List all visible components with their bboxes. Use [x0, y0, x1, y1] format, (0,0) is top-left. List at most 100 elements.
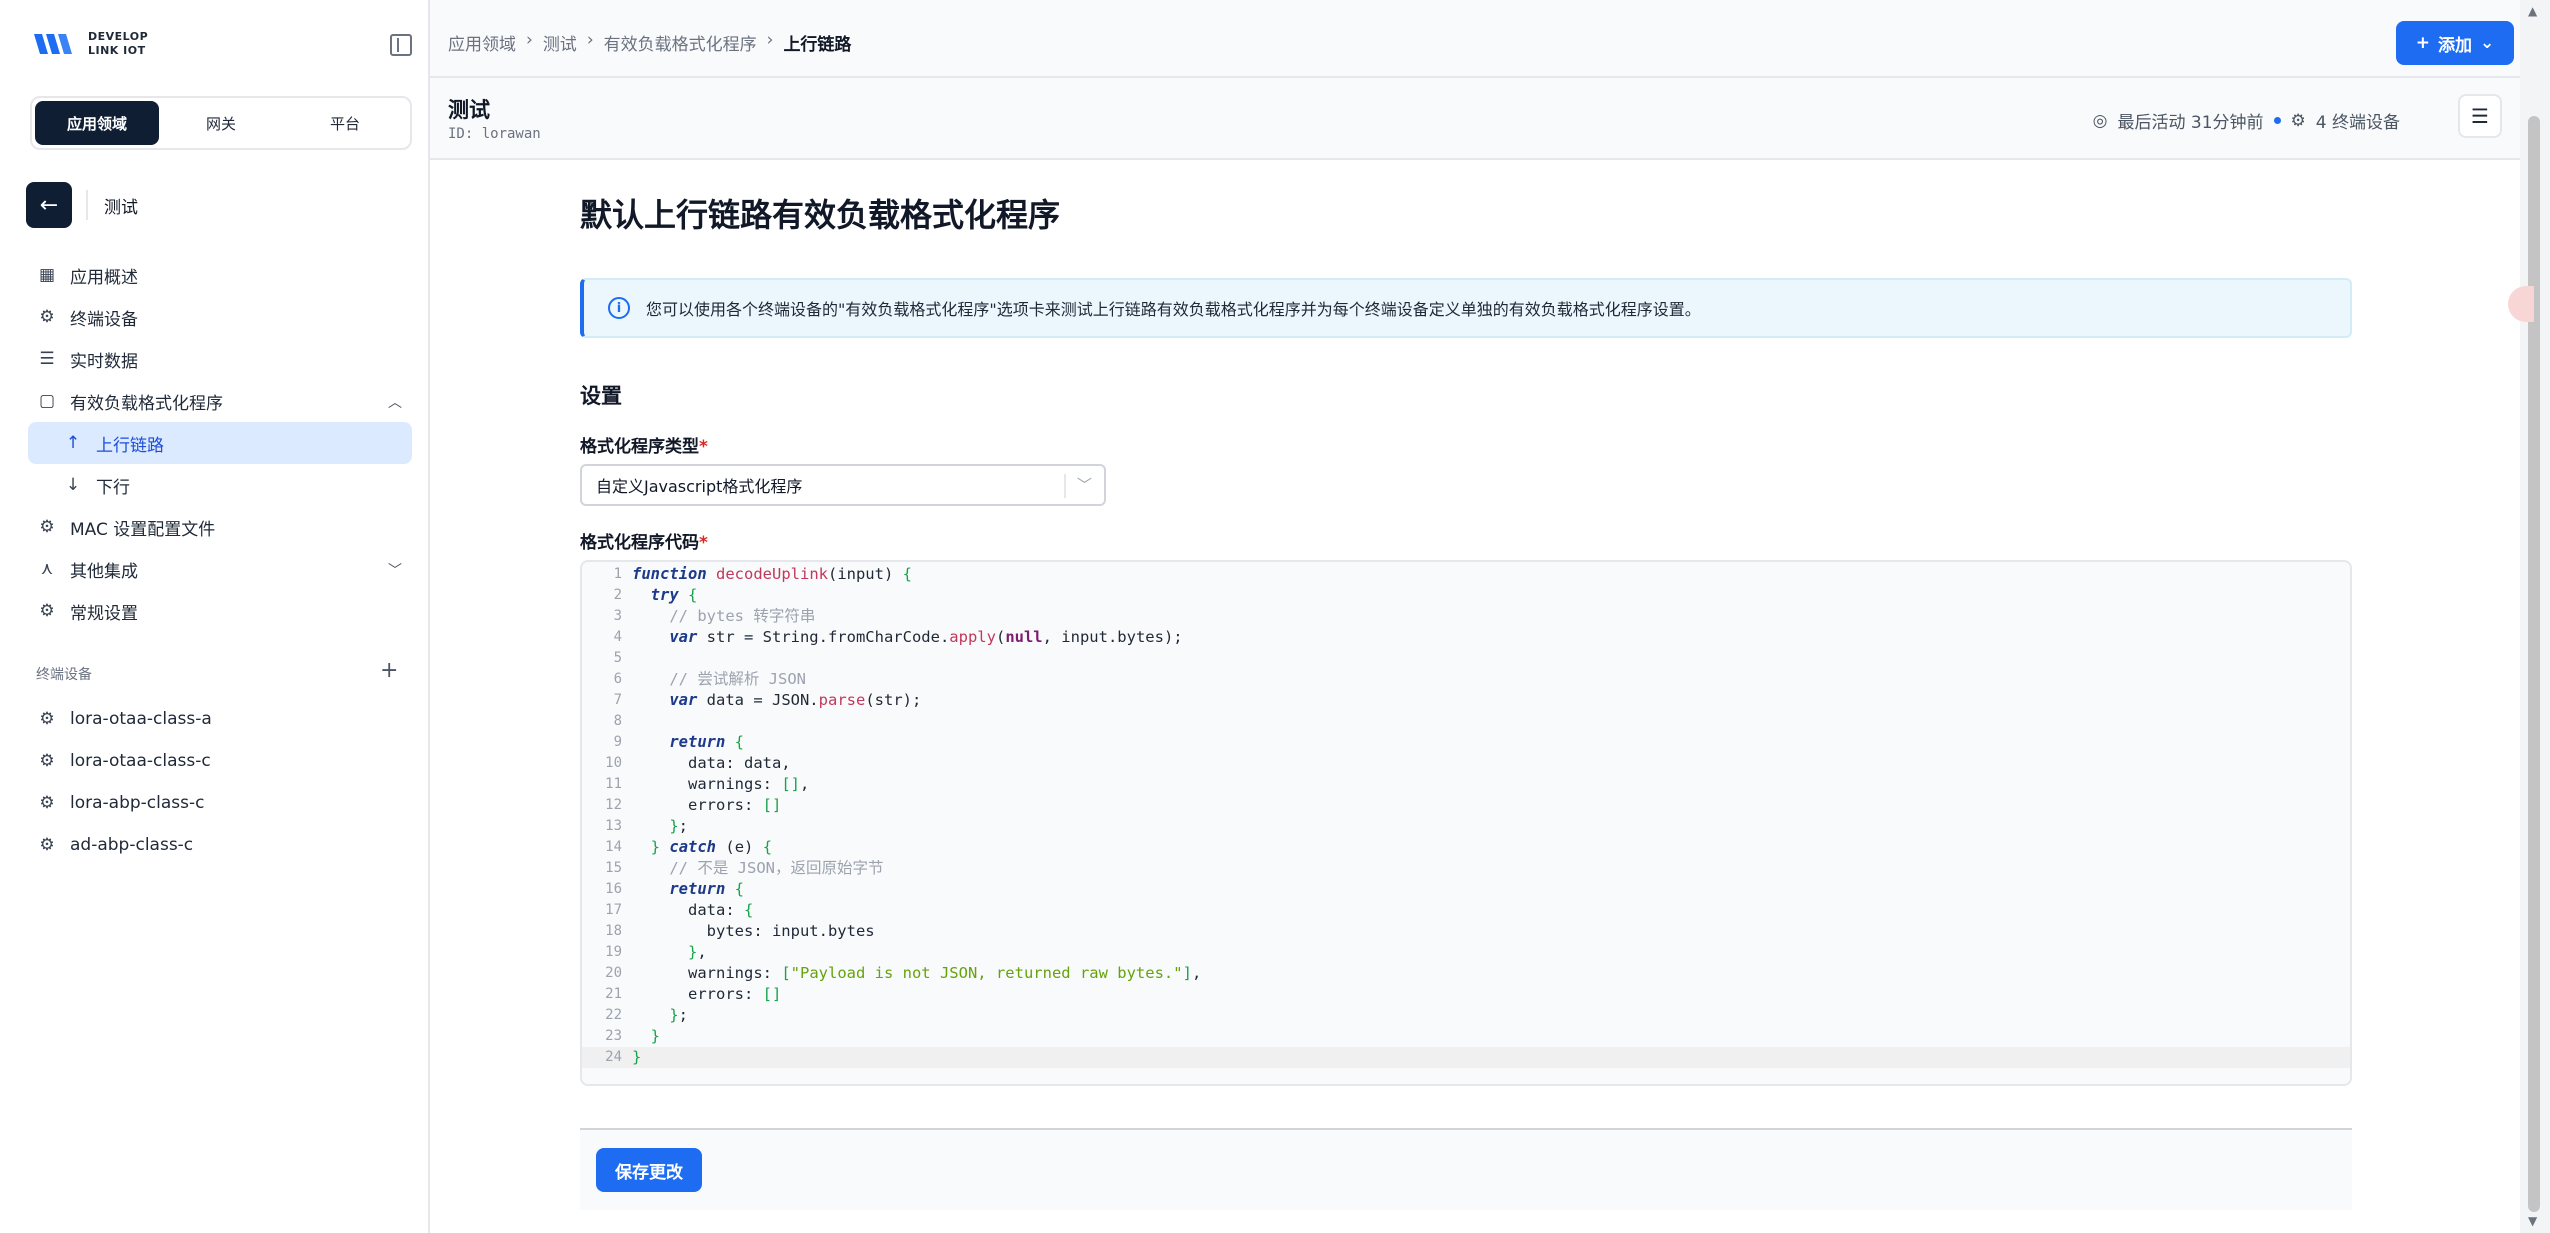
breadcrumb-item[interactable]: 有效负载格式化程序 [604, 30, 757, 55]
chevron-right-icon: › [586, 30, 594, 50]
code-text: function decodeUplink(input) { [632, 565, 912, 583]
info-notice: i 您可以使用各个终端设备的"有效负载格式化程序"选项卡来测试上行链路有效负载格… [580, 278, 2352, 338]
sidebar-item-downlink[interactable]: ↓ 下行 [28, 464, 412, 506]
chevron-down-icon[interactable]: ﹀ [388, 560, 402, 580]
breadcrumb-item[interactable]: 应用领域 [448, 30, 516, 55]
breadcrumb: 应用领域 › 测试 › 有效负载格式化程序 › 上行链路 [448, 30, 851, 55]
code-line[interactable]: 1 function decodeUplink(input) { [582, 564, 2350, 585]
code-line[interactable]: 16 return { [582, 879, 2350, 900]
scrollbar[interactable]: ▲ ▼ [2520, 0, 2550, 1233]
formatter-code-label: 格式化程序代码* [580, 528, 708, 553]
code-line[interactable]: 19 }, [582, 942, 2350, 963]
app-header: 测试 ID: lorawan ◎ 最后活动 31分钟前 ⚙ 4 终端设备 ☰ [430, 78, 2520, 160]
side-widget-tab[interactable] [2508, 286, 2534, 322]
sidebar-item-overview[interactable]: ▦ 应用概述 [28, 254, 412, 296]
code-line[interactable]: 12 errors: [] [582, 795, 2350, 816]
line-number: 17 [605, 902, 622, 918]
code-line[interactable]: 7 var data = JSON.parse(str); [582, 690, 2350, 711]
code-line[interactable]: 24} [582, 1047, 2350, 1068]
line-number: 9 [613, 734, 622, 750]
line-number: 12 [605, 797, 622, 813]
code-text: data: data, [632, 754, 791, 772]
code-editor[interactable]: 1 function decodeUplink(input) {2 try {3 … [580, 560, 2352, 1086]
code-line[interactable]: 9 return { [582, 732, 2350, 753]
line-number: 8 [613, 713, 622, 729]
back-button[interactable]: ← [26, 182, 72, 228]
breadcrumb-item[interactable]: 测试 [543, 30, 577, 55]
segment-applications[interactable]: 应用领域 [35, 101, 159, 145]
sidebar-item-live-data[interactable]: ☰ 实时数据 [28, 338, 412, 380]
brand-logo[interactable]: DEVELOP LINK IOT [32, 30, 148, 58]
code-line[interactable]: 8 [582, 711, 2350, 732]
required-mark: * [699, 533, 708, 553]
code-text: var data = JSON.parse(str); [669, 691, 922, 709]
code-text: } [632, 1048, 642, 1066]
sidebar-item-integrations[interactable]: ⋏ 其他集成 ﹀ [28, 548, 412, 590]
save-button[interactable]: 保存更改 [596, 1148, 702, 1192]
scrollbar-thumb[interactable] [2528, 116, 2540, 1212]
sidebar-item-payload-formatters[interactable]: ▢ 有效负载格式化程序 ︿ [28, 380, 412, 422]
code-line[interactable]: 21 errors: [] [582, 984, 2350, 1005]
segment-gateways[interactable]: 网关 [159, 101, 283, 145]
code-line[interactable]: 4 var str = String.fromCharCode.apply(nu… [582, 627, 2350, 648]
code-line[interactable]: 15 // 不是 JSON，返回原始字节 [582, 858, 2350, 879]
code-line[interactable]: 23 } [582, 1026, 2350, 1047]
device-item[interactable]: ⚙ ad-abp-class-c [28, 824, 412, 866]
chevron-up-icon[interactable]: ︿ [388, 392, 402, 412]
line-number: 24 [605, 1049, 622, 1065]
code-line[interactable]: 6 // 尝试解析 JSON [582, 669, 2350, 690]
code-line[interactable]: 22 }; [582, 1005, 2350, 1026]
line-number: 5 [613, 650, 622, 666]
code-line[interactable]: 2 try { [582, 585, 2350, 606]
arrow-down-icon: ↓ [65, 475, 81, 495]
sidebar-item-devices[interactable]: ⚙ 终端设备 [28, 296, 412, 338]
device-item[interactable]: ⚙ lora-abp-class-c [28, 782, 412, 824]
code-line[interactable]: 20 warnings: ["Payload is not JSON, retu… [582, 963, 2350, 984]
code-text: return { [669, 733, 745, 751]
scope-switcher: 应用领域 网关 平台 [30, 96, 412, 150]
scroll-up-icon[interactable]: ▲ [2528, 4, 2537, 18]
chip-icon: ⚙ [2290, 110, 2306, 131]
code-line[interactable]: 14 } catch (e) { [582, 837, 2350, 858]
scroll-down-icon[interactable]: ▼ [2528, 1214, 2537, 1228]
chevron-down-icon: ⌄ [2480, 33, 2495, 53]
code-line[interactable]: 18 bytes: input.bytes [582, 921, 2350, 942]
sidebar-item-general-settings[interactable]: ⚙ 常规设置 [28, 590, 412, 632]
app-nav: ▦ 应用概述 ⚙ 终端设备 ☰ 实时数据 ▢ 有效负载格式化程序 ︿ ↑ 上行链路 ↓ 下行… [28, 254, 412, 632]
code-line[interactable]: 5 [582, 648, 2350, 669]
code-line[interactable]: 17 data: { [582, 900, 2350, 921]
line-number: 19 [605, 944, 622, 960]
hamburger-icon: ☰ [2471, 104, 2489, 128]
add-device-icon[interactable]: + [380, 658, 398, 683]
chip-icon: ⚙ [39, 835, 55, 855]
code-line[interactable]: 10 data: data, [582, 753, 2350, 774]
sidebar-item-label: 应用概述 [70, 267, 138, 288]
code-line[interactable]: 3 // bytes 转字符串 [582, 606, 2350, 627]
code-line[interactable]: 11 warnings: [], [582, 774, 2350, 795]
chevron-right-icon: › [526, 30, 533, 50]
list-icon: ☰ [39, 349, 55, 369]
device-item[interactable]: ⚙ lora-otaa-class-c [28, 740, 412, 782]
device-item[interactable]: ⚙ lora-otaa-class-a [28, 698, 412, 740]
formatter-type-label: 格式化程序类型* [580, 432, 708, 457]
clipboard-icon: ▢ [38, 391, 56, 411]
menu-button[interactable]: ☰ [2458, 94, 2502, 138]
chevron-right-icon: › [766, 30, 774, 50]
settings-title: 设置 [580, 384, 622, 408]
device-list: ⚙ lora-otaa-class-a ⚙ lora-otaa-class-c ⚙ l… [28, 698, 412, 866]
formatter-type-label-text: 格式化程序类型 [580, 437, 699, 457]
formatter-type-select[interactable]: 自定义Javascript格式化程序 ﹀ [580, 464, 1106, 506]
device-count[interactable]: 4 终端设备 [2316, 108, 2400, 133]
chip-icon: ⚙ [39, 307, 55, 327]
code-line[interactable]: 13 }; [582, 816, 2350, 837]
line-number: 10 [605, 755, 622, 771]
segment-platform[interactable]: 平台 [283, 101, 407, 145]
line-number: 21 [605, 986, 622, 1002]
chip-icon: ⚙ [39, 709, 55, 729]
sidebar-item-uplink[interactable]: ↑ 上行链路 [28, 422, 412, 464]
sidebar-item-mac-settings[interactable]: ⚙ MAC 设置配置文件 [28, 506, 412, 548]
sidebar-collapse-icon[interactable] [390, 34, 412, 56]
app-title: 测试 [448, 98, 490, 122]
add-button[interactable]: + 添加 ⌄ [2396, 21, 2514, 65]
required-mark: * [699, 437, 708, 457]
